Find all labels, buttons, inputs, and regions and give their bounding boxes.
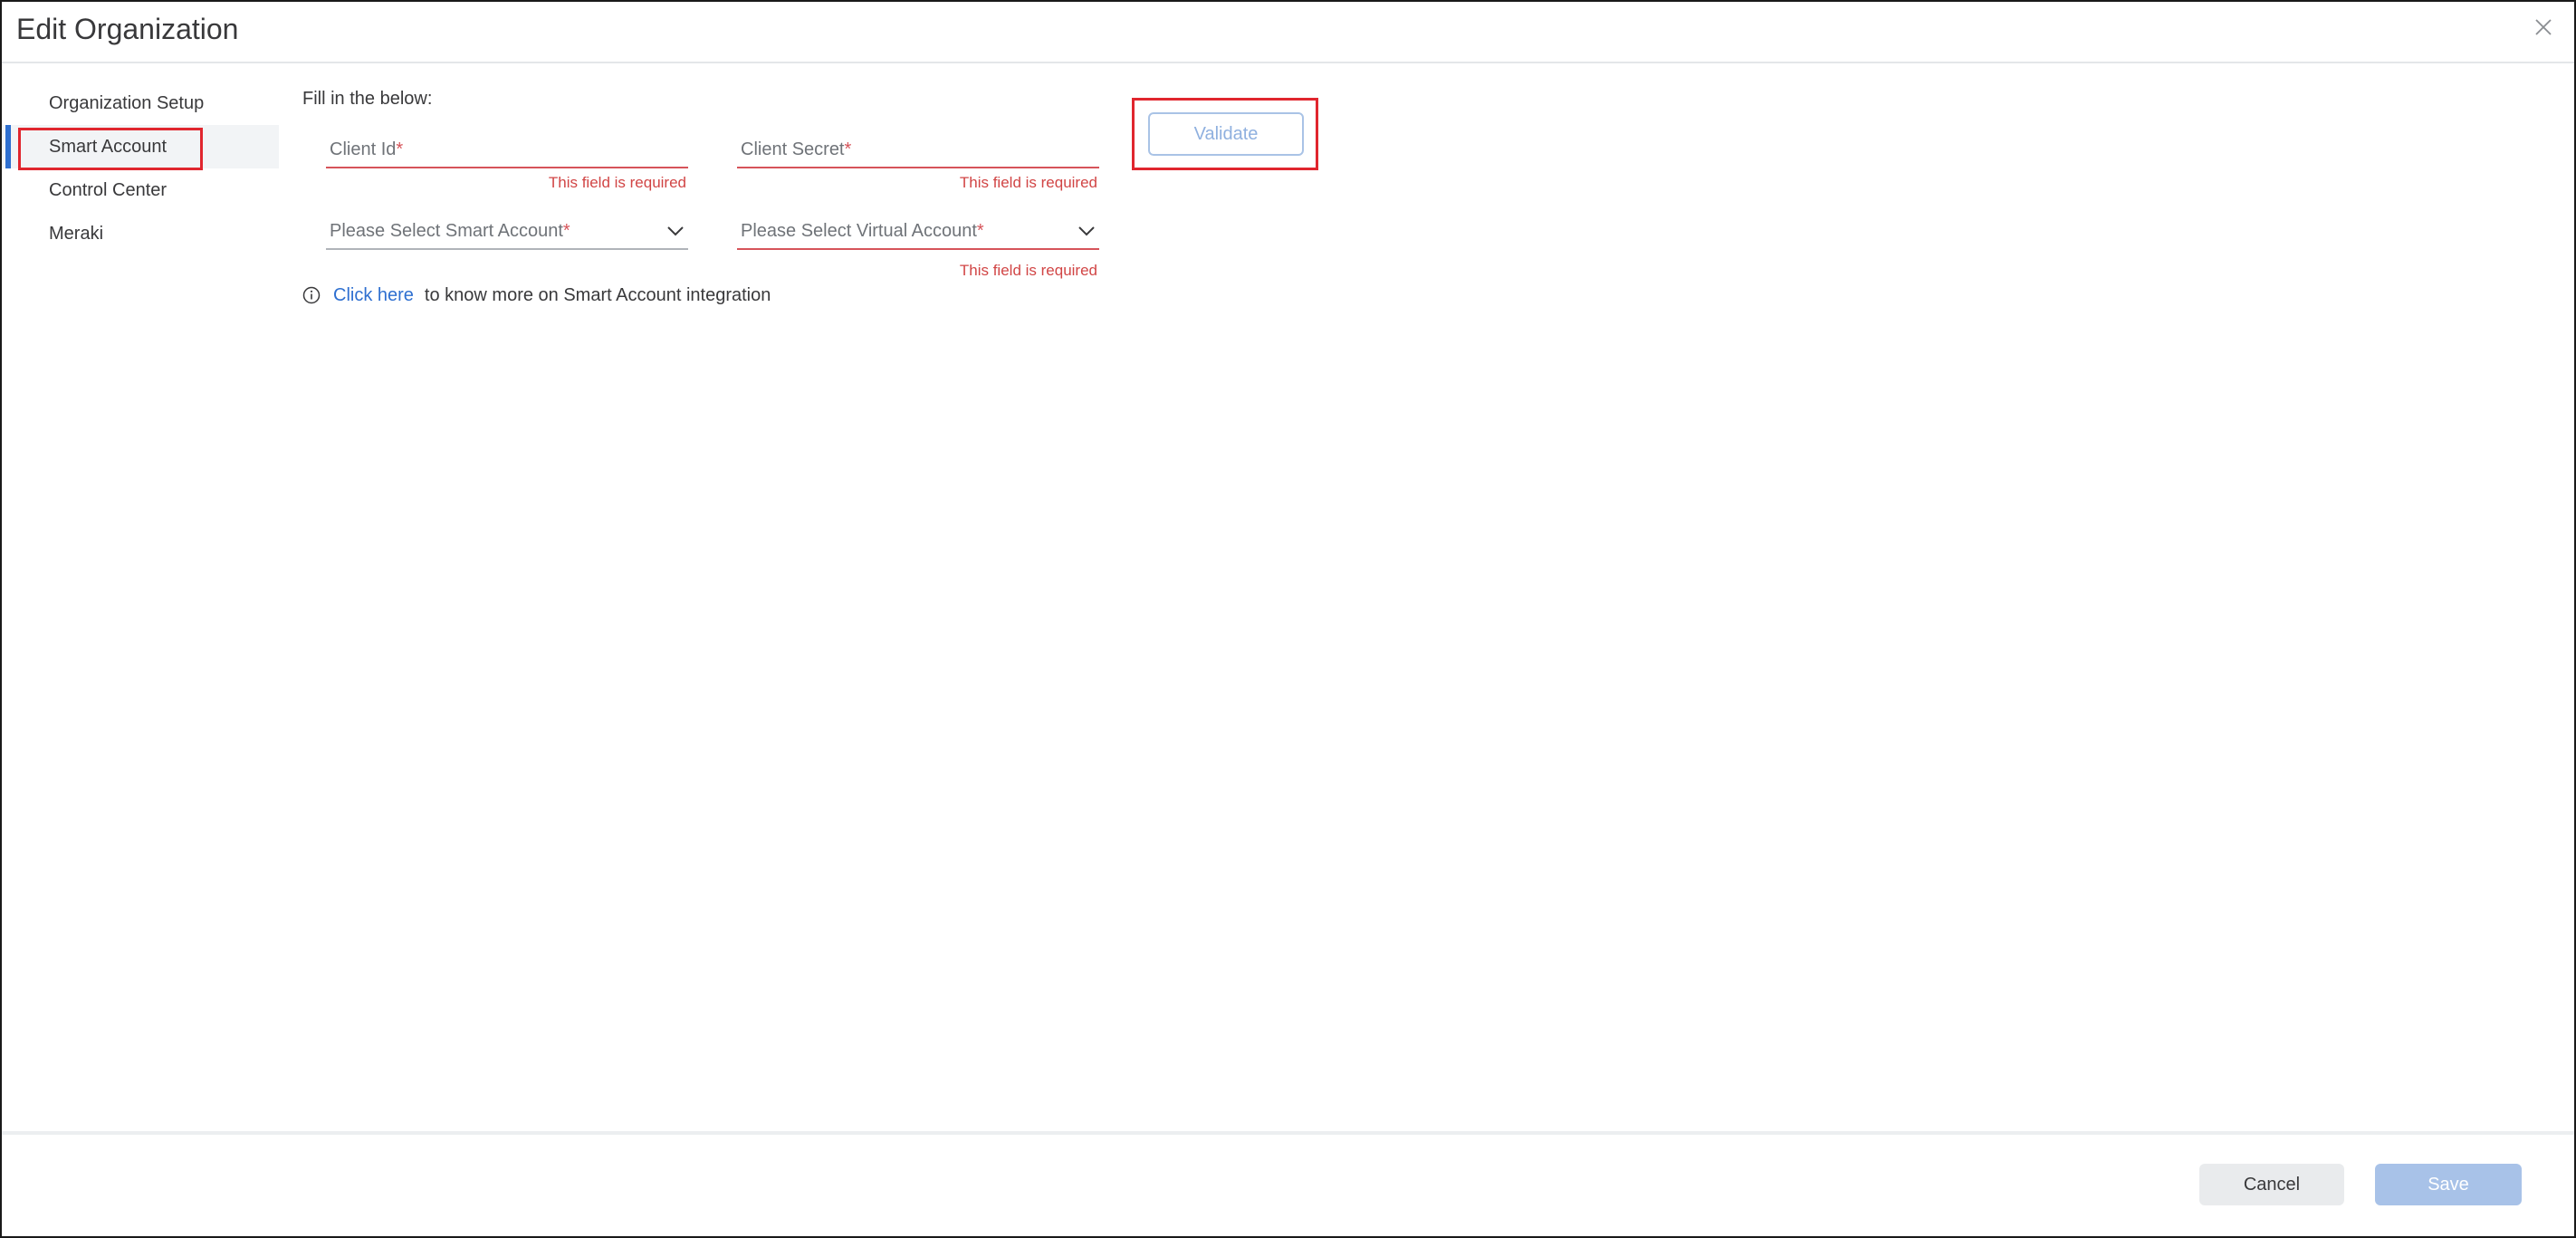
sidebar-nav: Organization Setup Smart Account Control…: [2, 82, 279, 255]
sidebar-item-label: Control Center: [49, 180, 168, 200]
info-text: to know more on Smart Account integratio…: [424, 284, 771, 305]
form-intro-text: Fill in the below:: [302, 89, 433, 109]
cancel-button[interactable]: Cancel: [2199, 1164, 2344, 1205]
sidebar-item-smart-account[interactable]: Smart Account: [2, 125, 279, 168]
client-id-error: This field is required: [548, 174, 686, 191]
sidebar-item-label: Smart Account: [49, 137, 168, 157]
close-icon: [2535, 19, 2552, 35]
sidebar-item-label: Organization Setup: [49, 93, 205, 113]
close-button[interactable]: [2533, 16, 2554, 38]
dialog-header: Edit Organization: [2, 2, 2574, 63]
required-mark: *: [562, 221, 570, 241]
virtual-account-placeholder: Please Select Virtual Account: [741, 221, 977, 241]
sidebar-item-organization-setup[interactable]: Organization Setup: [2, 82, 279, 125]
sidebar-item-control-center[interactable]: Control Center: [2, 168, 279, 212]
validate-button[interactable]: Validate: [1148, 112, 1304, 156]
required-mark: *: [976, 221, 984, 241]
client-secret-field[interactable]: Client Secret*: [737, 132, 1099, 168]
info-row: Click here to know more on Smart Account…: [302, 283, 771, 308]
dialog-title: Edit Organization: [16, 13, 239, 45]
dialog-footer: Cancel Save: [2, 1131, 2574, 1236]
virtual-account-error: This field is required: [959, 262, 1097, 279]
smart-account-placeholder: Please Select Smart Account: [330, 221, 563, 241]
client-id-field[interactable]: Client Id*: [326, 132, 688, 168]
chevron-down-icon: [667, 226, 684, 236]
client-secret-error: This field is required: [959, 174, 1097, 191]
save-button[interactable]: Save: [2375, 1164, 2522, 1205]
smart-account-select[interactable]: Please Select Smart Account*: [326, 214, 688, 250]
edit-organization-dialog: Edit Organization Organization Setup Sma…: [0, 0, 2576, 1238]
chevron-down-icon: [1078, 226, 1095, 236]
virtual-account-select[interactable]: Please Select Virtual Account*: [737, 214, 1099, 250]
sidebar-item-label: Meraki: [49, 224, 104, 244]
sidebar-item-meraki[interactable]: Meraki: [2, 212, 279, 255]
click-here-link[interactable]: Click here: [333, 285, 414, 306]
info-icon: [302, 286, 321, 304]
